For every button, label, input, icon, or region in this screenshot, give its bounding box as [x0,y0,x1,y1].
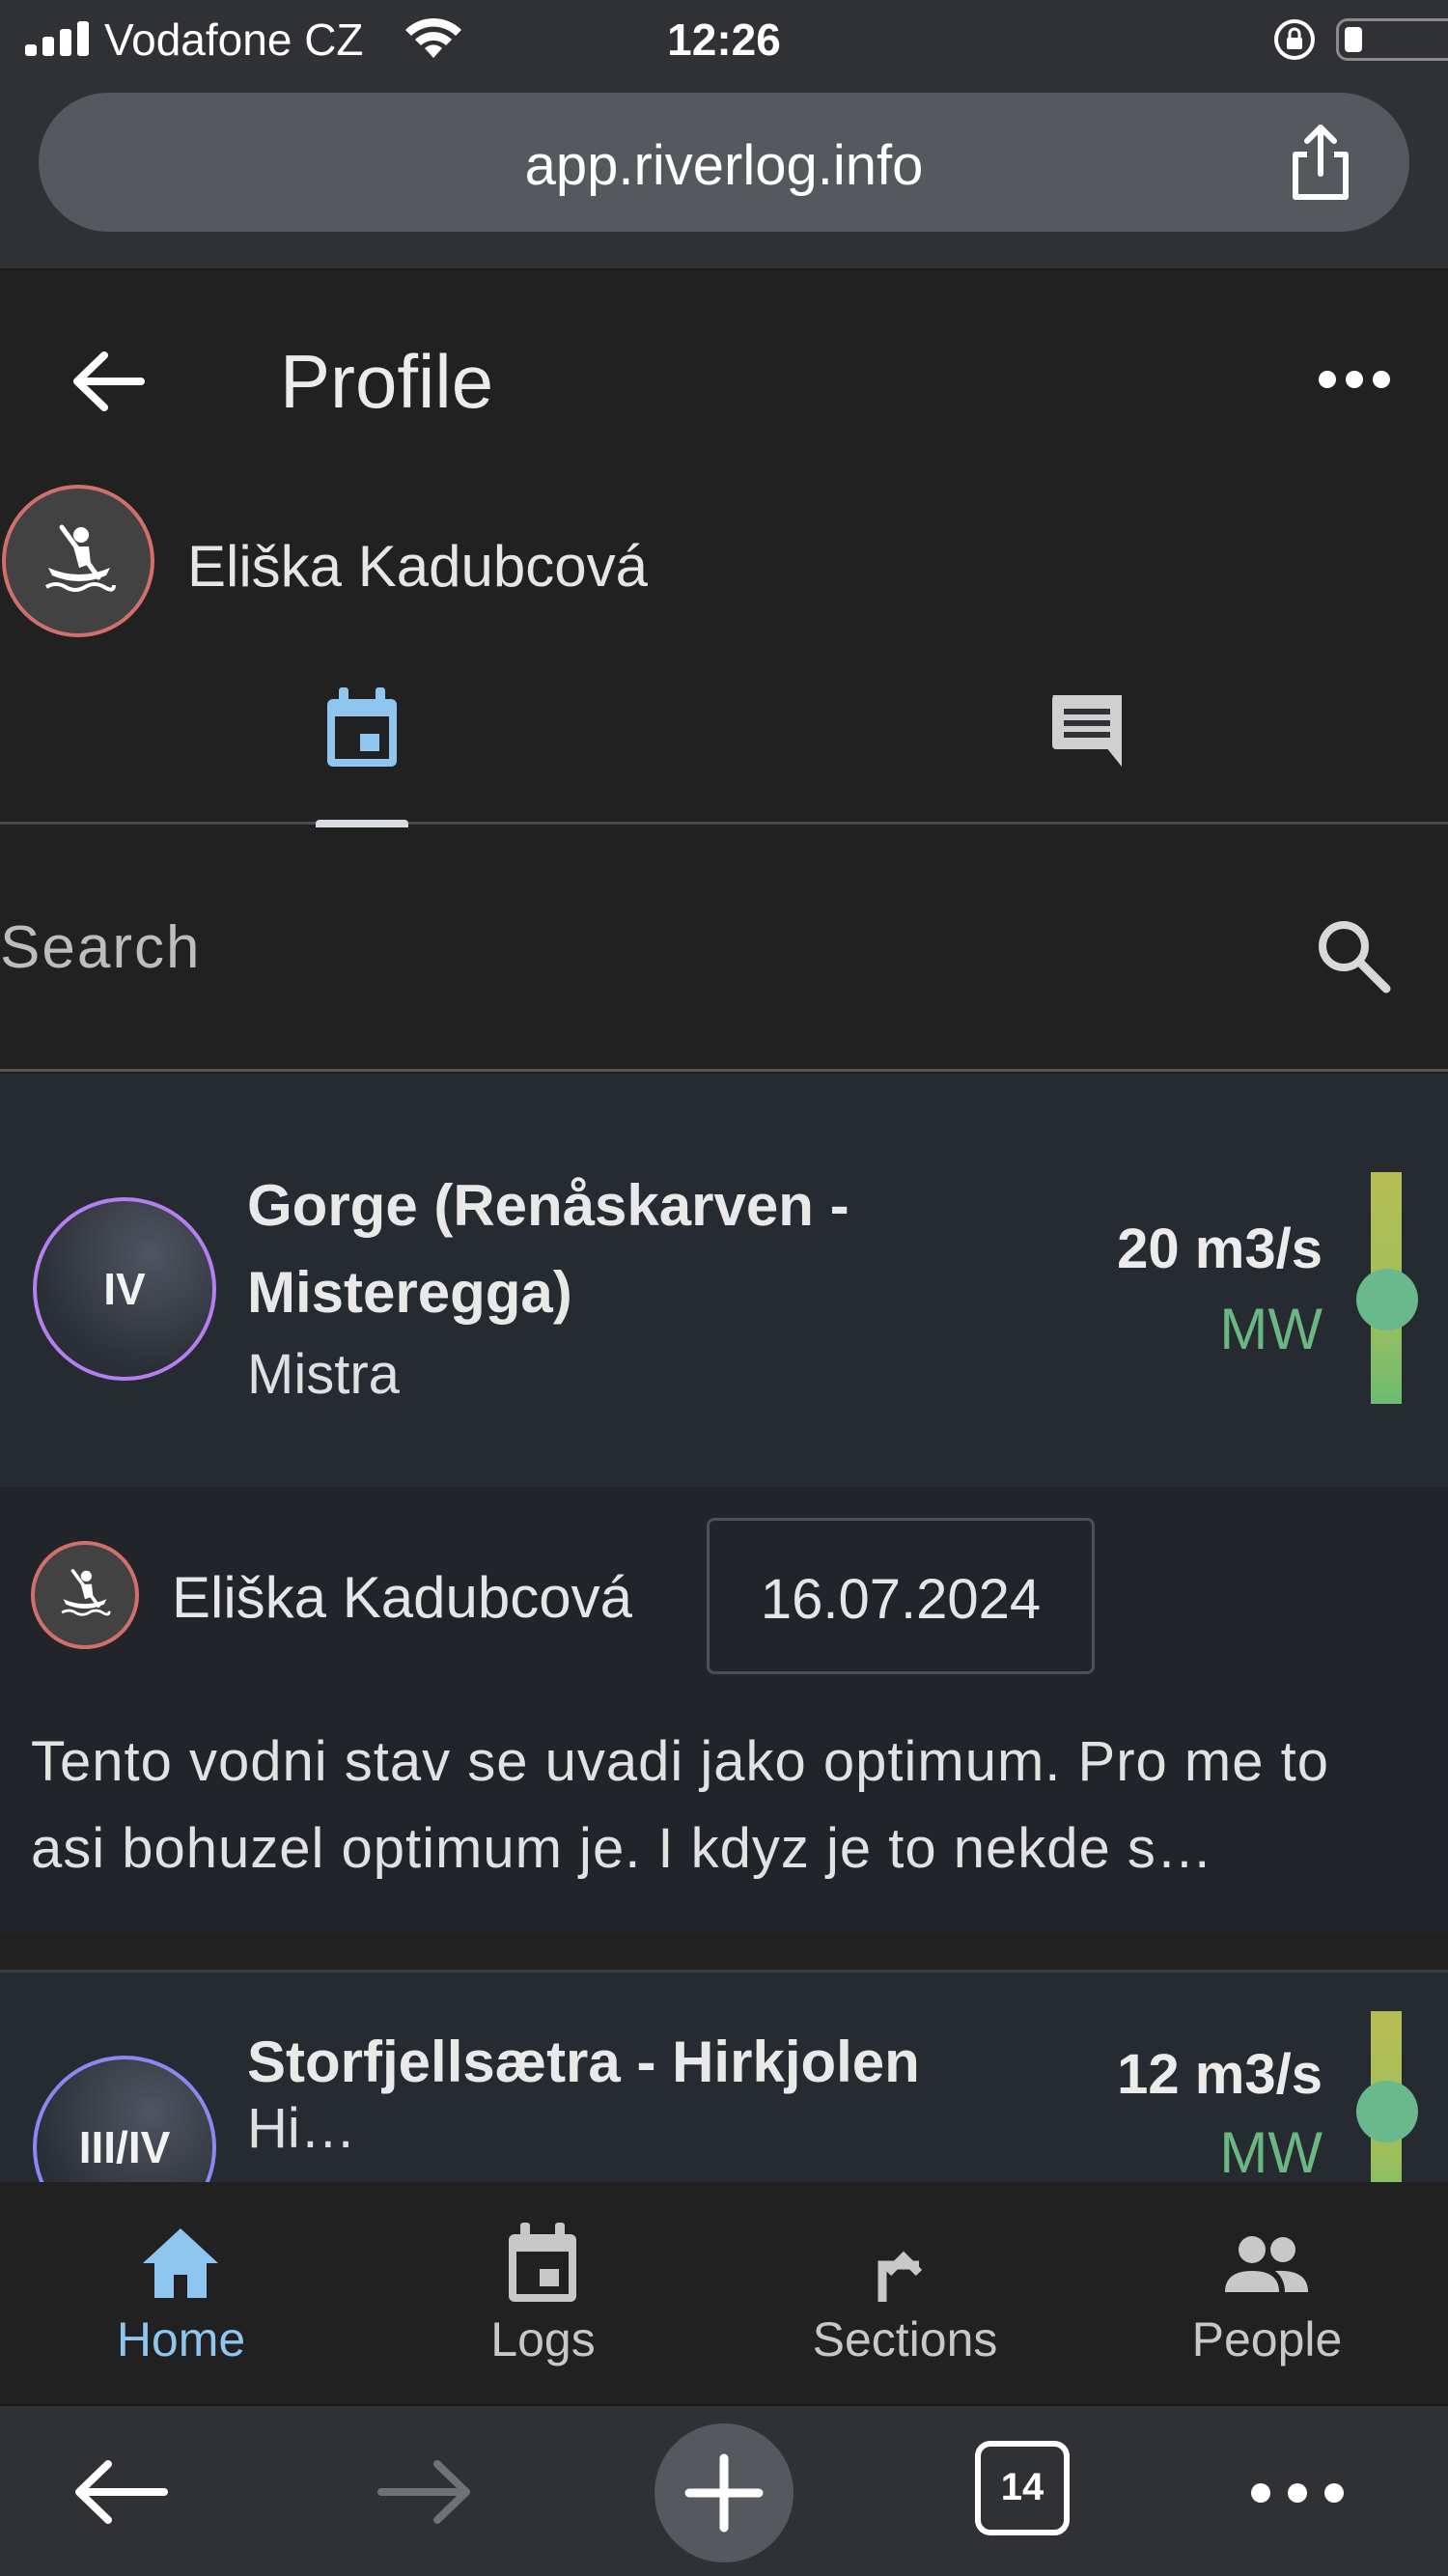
comment-icon [1052,695,1122,767]
status-clock: 12:26 [667,14,781,65]
bottom-navigation: Home Logs Sections People [0,2182,1448,2404]
section-title[interactable]: Storfjellsætra - Hirkjolen [247,2019,1116,2106]
river-name: Hi… [247,2097,356,2160]
water-level-marker [1356,2081,1418,2142]
browser-menu-icon[interactable] [1251,2406,1348,2576]
cellular-signal-icon [25,21,93,56]
battery-icon [1336,18,1448,61]
url-field[interactable]: app.riverlog.info [39,93,1409,232]
turn-right-icon [877,2251,923,2302]
profile-tabs [0,639,1448,827]
grade-badge: III/IV [33,2056,216,2182]
app-header: Profile [0,272,1448,485]
nav-label: Logs [490,2312,596,2366]
new-tab-button[interactable] [654,2423,794,2562]
url-text: app.riverlog.info [524,134,924,197]
flow-level: MW [1219,1297,1323,1361]
nav-label: People [1191,2312,1343,2366]
back-arrow-icon[interactable] [68,348,149,415]
kayaker-icon [61,1569,111,1616]
share-icon[interactable] [1282,122,1359,203]
status-bar: Vodafone CZ 12:26 [0,0,1448,79]
nav-sections[interactable]: Sections [724,2182,1086,2404]
date-chip: 16.07.2024 [707,1518,1095,1674]
people-icon [1225,2236,1308,2292]
flow-value: 12 m3/s [1117,2043,1323,2106]
river-name: Mistra [247,1343,400,1406]
nav-home[interactable]: Home [0,2182,362,2404]
kayaker-icon [44,524,116,592]
nav-label: Sections [812,2312,998,2366]
tab-comments[interactable] [724,639,1448,825]
grade-label: IV [103,1264,146,1314]
flow-value: 20 m3/s [1117,1218,1323,1280]
log-feed[interactable]: IV Gorge (Renåskarven - Misteregga) Mist… [0,1074,1448,2182]
plus-icon [684,2453,764,2533]
flow-level: MW [1219,2120,1323,2182]
avatar [2,485,154,637]
tab-switcher-button[interactable]: 14 [975,2441,1070,2535]
search-icon[interactable] [1313,915,1394,996]
rotation-lock-icon [1274,19,1315,60]
carrier-name: Vodafone CZ [104,14,364,65]
calendar-icon [509,2223,576,2302]
tab-count: 14 [1000,2466,1044,2508]
tab-logs[interactable] [0,639,724,827]
browser-back-icon[interactable] [68,2406,174,2576]
nav-logs[interactable]: Logs [362,2182,724,2404]
log-date: 16.07.2024 [760,1568,1042,1631]
search-bar [0,826,1448,1072]
browser-toolbar: 14 [0,2404,1448,2576]
water-level-marker [1356,1269,1418,1330]
grade-badge: IV [33,1197,216,1381]
section-summary[interactable]: IV Gorge (Renåskarven - Misteregga) Mist… [0,1074,1448,1487]
page-title: Profile [280,339,494,424]
section-title[interactable]: Gorge (Renåskarven - Misteregga) [247,1162,981,1336]
nav-people[interactable]: People [1086,2182,1448,2404]
browser-forward-icon[interactable] [372,2406,478,2576]
profile-name: Eliška Kadubcová [187,534,648,599]
author-name[interactable]: Eliška Kadubcová [172,1564,632,1631]
search-input[interactable] [0,894,1255,1000]
log-entry: Eliška Kadubcová 16.07.2024 Tento vodni … [0,1487,1448,1933]
log-note[interactable]: Tento vodni stav se uvadi jako optimum. … [31,1719,1411,1892]
author-avatar[interactable] [31,1541,139,1649]
wifi-icon [405,17,461,58]
more-options-icon[interactable] [1319,367,1390,396]
home-icon [143,2228,218,2298]
log-card[interactable]: III/IV Storfjellsætra - Hirkjolen Hi… 12… [0,1970,1448,2182]
profile-summary: Eliška Kadubcová [0,485,1448,639]
grade-label: III/IV [78,2122,171,2172]
calendar-icon [327,687,397,767]
log-card[interactable]: IV Gorge (Renåskarven - Misteregga) Mist… [0,1074,1448,1933]
browser-address-bar: app.riverlog.info [0,79,1448,270]
nav-label: Home [116,2312,246,2366]
